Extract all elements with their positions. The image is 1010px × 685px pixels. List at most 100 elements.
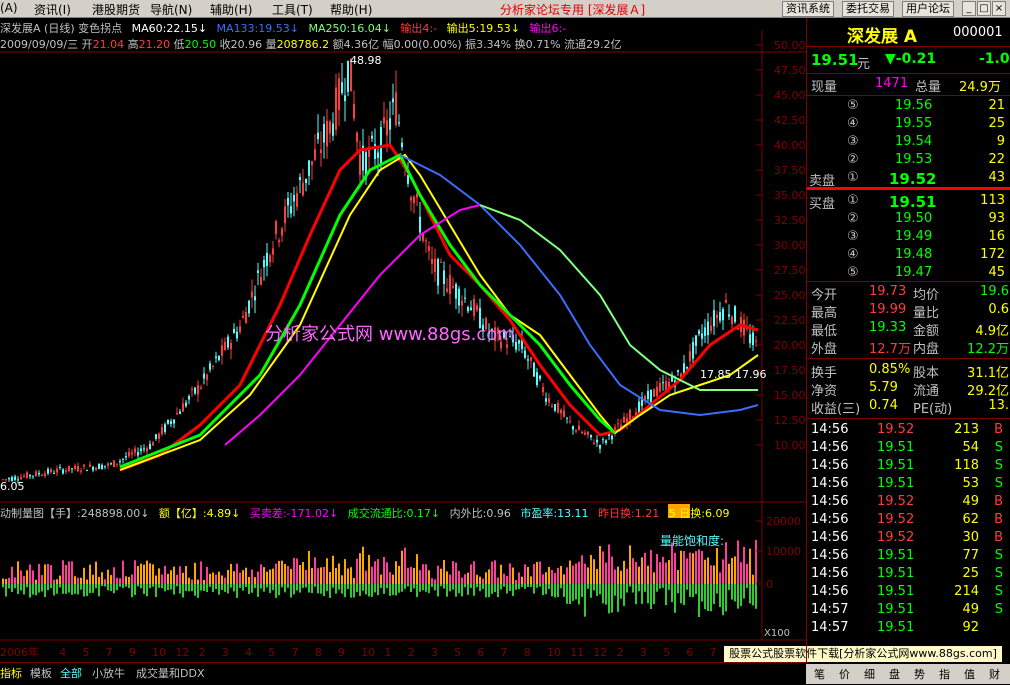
ask-price: 19.55 <box>895 116 933 131</box>
volume-bar-up <box>125 576 127 584</box>
volume-bar-up <box>653 572 655 584</box>
volume-bar-down <box>521 584 523 588</box>
volume-bar-down <box>443 584 445 589</box>
volume-bar-down <box>665 584 667 606</box>
tab-volume-ddx[interactable]: 成交量和DDX <box>136 665 204 681</box>
quote-tab[interactable]: 财 <box>989 666 1000 682</box>
candle-body <box>458 288 460 306</box>
volume-bar-up <box>47 563 49 584</box>
candle-body <box>281 228 283 236</box>
volume-bar-down <box>680 584 682 604</box>
quote-tab[interactable]: 值 <box>964 666 975 682</box>
volume-bar-up <box>107 569 109 584</box>
volume-bar-down <box>482 584 484 589</box>
quote-tab[interactable]: 笔 <box>814 666 825 682</box>
volume-bar-up <box>140 563 142 584</box>
candle-body <box>554 404 556 411</box>
volume-bar-up <box>200 561 202 584</box>
volume-bar-down <box>494 584 496 593</box>
close-icon[interactable]: × <box>992 1 1006 16</box>
candle-body <box>134 448 136 453</box>
volume-bar-down <box>683 584 685 606</box>
candle-body <box>83 464 85 467</box>
volume-bar-down <box>269 584 271 593</box>
stock-name: 深发展 A <box>847 27 918 47</box>
volume-bar-up <box>482 578 484 584</box>
candle-body <box>272 248 274 255</box>
candle-body <box>152 442 154 446</box>
volume-row: 现量 1471 总量 24.9万 <box>807 76 1010 95</box>
quote-tab[interactable]: 细 <box>864 666 875 682</box>
volume-bar-up <box>599 546 601 584</box>
volume-bar-up <box>41 575 43 584</box>
candle-body <box>524 350 526 358</box>
volume-bar-up <box>239 572 241 584</box>
candle-body <box>248 300 250 314</box>
volume-bar-down <box>95 584 97 589</box>
candle-body <box>344 95 346 102</box>
price-tick-label: 20.00 <box>774 339 806 352</box>
tick-time: 14:56 <box>811 458 849 473</box>
volume-bar-up <box>110 575 112 584</box>
volume-bar-down <box>752 584 754 606</box>
bid-volume: 93 <box>988 211 1005 226</box>
volume-bar-up <box>62 560 64 584</box>
candle-body <box>449 274 451 294</box>
candle-body <box>638 401 640 414</box>
candle-body <box>410 197 412 201</box>
volume-bar-down <box>692 584 694 598</box>
volume-bar-down <box>377 584 379 596</box>
quote-tab[interactable]: 价 <box>839 666 850 682</box>
candle-body <box>53 472 55 474</box>
volume-bar-up <box>32 570 34 584</box>
forum-button[interactable]: 用户论坛 <box>902 1 954 17</box>
candle-body <box>110 463 112 465</box>
price-tick-label: 10.00 <box>774 439 806 452</box>
quote-tab[interactable]: 盘 <box>889 666 900 682</box>
volume-bar-up <box>26 570 28 584</box>
price-chart[interactable]: 50.00 47.50 45.00 42.50 40.00 37.50 35.00 32.50… <box>0 0 806 662</box>
candle-body <box>80 470 82 472</box>
candle-body <box>617 423 619 425</box>
tab-indicators[interactable]: 指标 <box>0 665 22 681</box>
total-volume-caption: 总量 <box>915 80 942 95</box>
stat-caption: 股本 <box>913 366 940 381</box>
volume-bar-up <box>533 564 535 584</box>
volume-bar-up <box>473 561 475 584</box>
candle-body <box>599 445 601 449</box>
tab-templates[interactable]: 模板 <box>30 665 52 681</box>
volume-bar-down <box>659 584 661 589</box>
volume-bar-down <box>110 584 112 592</box>
stat-caption: 净资 <box>811 384 838 399</box>
volume-bar-up <box>728 563 730 584</box>
x-axis-label: 5 <box>268 646 275 659</box>
candle-body <box>311 161 313 166</box>
candle-body <box>563 410 565 417</box>
candle-body <box>131 452 133 455</box>
volume-bar-up <box>128 577 130 584</box>
tab-xiaofangniu[interactable]: 小放牛 <box>92 665 125 681</box>
volume-bar-up <box>740 562 742 584</box>
volume-bar-up <box>77 577 79 584</box>
candle-body <box>323 124 325 143</box>
volume-bar-up <box>674 552 676 584</box>
trade-button[interactable]: 委托交易 <box>842 1 894 17</box>
volume-bar-down <box>158 584 160 588</box>
quote-tab[interactable]: 势 <box>914 666 925 682</box>
volume-header: 动制量图【手】:248898.00↓ 额【亿】:4.89↓ 买卖差:-171.0… <box>0 505 729 520</box>
volume-bar-up <box>554 573 556 584</box>
price-tick-label: 42.50 <box>774 114 806 127</box>
restore-icon[interactable]: □ <box>977 1 991 16</box>
volume-bar-down <box>281 584 283 588</box>
quote-tab[interactable]: 指 <box>939 666 950 682</box>
tab-all[interactable]: 全部 <box>60 665 82 681</box>
candle-body <box>77 466 79 472</box>
minimize-icon[interactable]: _ <box>962 1 976 16</box>
volume-bar-down <box>536 584 538 588</box>
volume-bar-down <box>530 584 532 587</box>
volume-bar-down <box>734 584 736 602</box>
volume-bar-up <box>344 559 346 584</box>
volume-bar-up <box>218 571 220 584</box>
volume-bar-down <box>365 584 367 595</box>
candle-body <box>416 193 418 198</box>
